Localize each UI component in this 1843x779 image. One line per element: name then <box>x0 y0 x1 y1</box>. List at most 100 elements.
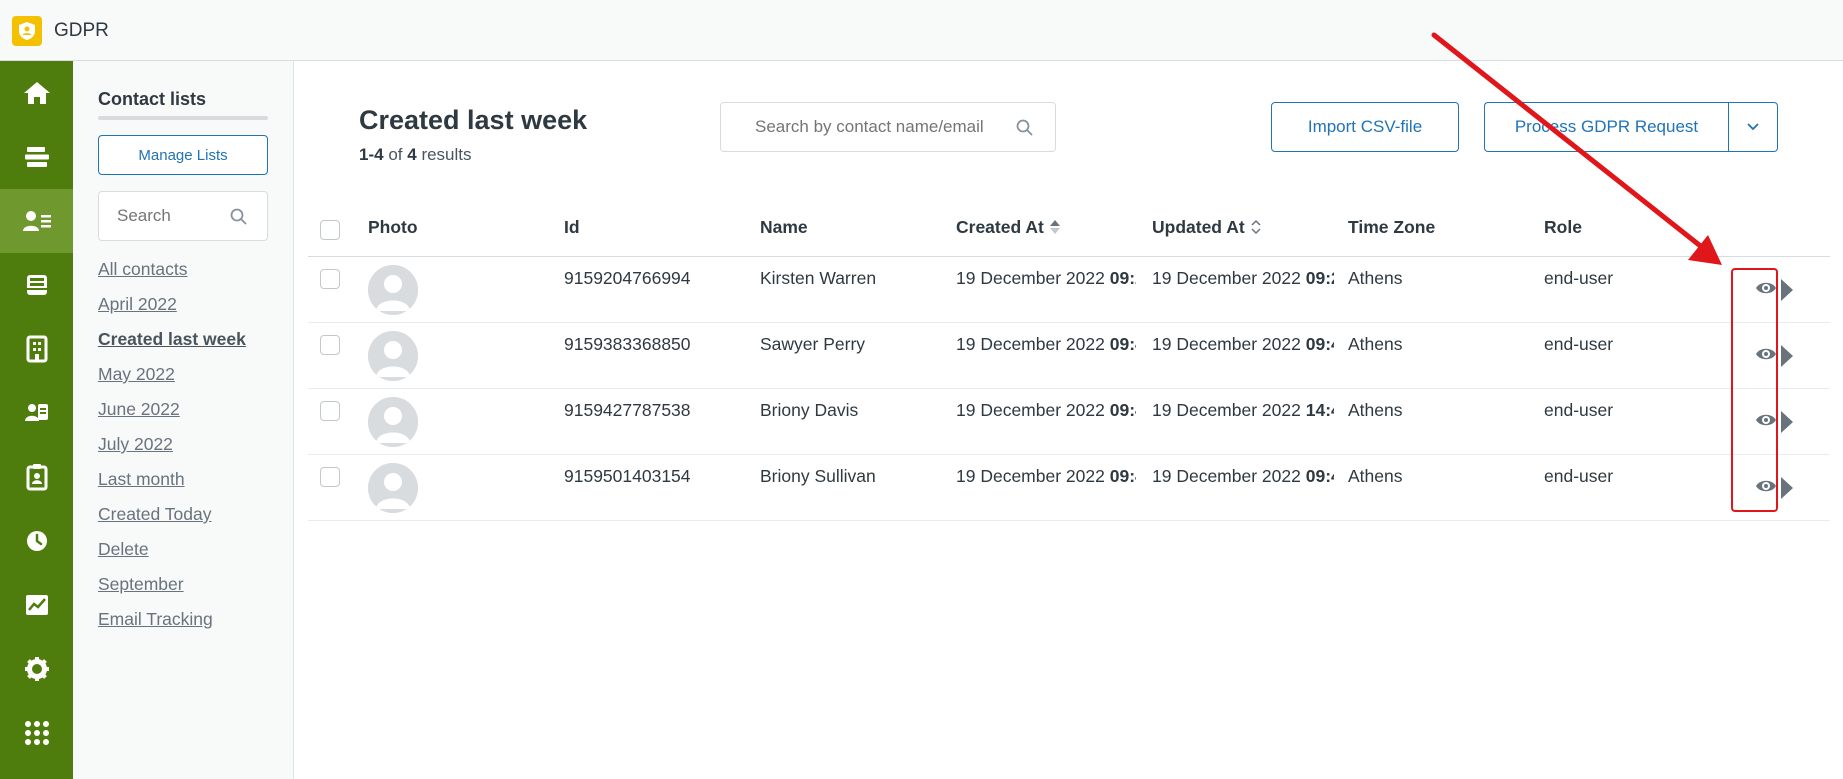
contact-lists-panel: Contact lists Manage Lists All contactsA… <box>73 61 294 779</box>
cell-id: 9159427787538 <box>564 400 691 420</box>
updated-time: 09:4 <box>1305 466 1334 486</box>
nav-views[interactable] <box>0 125 73 189</box>
nav-inbox[interactable] <box>0 253 73 317</box>
contacts-icon <box>22 211 51 231</box>
results-suffix: results <box>421 145 472 164</box>
updated-time: 09:2 <box>1305 268 1334 288</box>
results-of: of <box>388 145 403 164</box>
select-all-checkbox[interactable] <box>320 220 340 240</box>
column-id: Id <box>564 217 580 237</box>
nav-badges[interactable] <box>0 381 73 445</box>
contact-list-link[interactable]: All contacts <box>98 257 246 292</box>
nav-contacts[interactable] <box>0 189 73 253</box>
contact-list-link[interactable]: Created Today <box>98 502 246 537</box>
search-icon <box>1016 119 1033 136</box>
nav-clipboard[interactable] <box>0 445 73 509</box>
column-name: Name <box>760 217 808 237</box>
top-bar: GDPR <box>0 0 1843 61</box>
cell-created-at: 19 December 2022 09:4 <box>956 466 1136 487</box>
column-role: Role <box>1544 217 1582 237</box>
expand-arrow-icon[interactable] <box>1781 477 1793 499</box>
column-created-at-label: Created At <box>956 217 1044 237</box>
contacts-table: Photo Id Name Created At Updated At Time… <box>308 201 1830 521</box>
cell-time-zone: Athens <box>1348 400 1403 420</box>
results-range: 1-4 <box>359 145 384 164</box>
apps-grid-icon <box>24 721 49 745</box>
manage-lists-button[interactable]: Manage Lists <box>98 135 268 175</box>
created-time: 09:4 <box>1109 334 1136 354</box>
app-title: GDPR <box>54 20 109 41</box>
created-date: 19 December 2022 <box>956 334 1105 354</box>
row-checkbox[interactable] <box>320 269 340 289</box>
contact-list-links: All contacts April 2022 Created last week M… <box>98 257 246 642</box>
results-total: 4 <box>407 145 417 164</box>
contact-list-link[interactable]: Delete <box>98 537 246 572</box>
main-content: Created last week 1-4 of 4 results Impor… <box>294 61 1843 779</box>
badge-icon <box>24 404 48 421</box>
views-icon <box>24 147 49 167</box>
nav-reports[interactable] <box>0 573 73 637</box>
gdpr-options-dropdown[interactable] <box>1728 102 1778 152</box>
cell-role: end-user <box>1544 334 1614 354</box>
table-row[interactable]: 9159204766994 Kirsten Warren 19 December 2… <box>308 257 1830 323</box>
list-search-input[interactable] <box>117 206 227 226</box>
updated-date: 19 December 2022 <box>1152 466 1301 486</box>
contact-list-link[interactable]: June 2022 <box>98 397 246 432</box>
contact-list-link[interactable]: Created last week <box>98 327 246 362</box>
cell-updated-at: 19 December 2022 09:4 <box>1152 334 1334 355</box>
cell-name: Sawyer Perry <box>760 334 866 354</box>
cell-time-zone: Athens <box>1348 268 1403 288</box>
cell-id: 9159383368850 <box>564 334 691 354</box>
column-created-at[interactable]: Created At <box>956 201 1061 257</box>
expand-arrow-icon[interactable] <box>1781 411 1793 433</box>
updated-date: 19 December 2022 <box>1152 400 1301 420</box>
expand-arrow-icon[interactable] <box>1781 345 1793 367</box>
row-checkbox[interactable] <box>320 335 340 355</box>
page-title: Created last week <box>359 105 588 135</box>
nav-organizations[interactable] <box>0 317 73 381</box>
cell-role: end-user <box>1544 466 1614 486</box>
contact-list-link[interactable]: April 2022 <box>98 292 246 327</box>
contact-list-link[interactable]: September <box>98 572 246 607</box>
nav-settings[interactable] <box>0 637 73 701</box>
nav-rail <box>0 61 73 779</box>
contact-list-link[interactable]: May 2022 <box>98 362 246 397</box>
table-row[interactable]: 9159383368850 Sawyer Perry 19 December 202… <box>308 323 1830 389</box>
expand-arrow-icon[interactable] <box>1781 279 1793 301</box>
inbox-icon <box>26 275 47 295</box>
cell-name: Briony Sullivan <box>760 466 876 486</box>
gdpr-logo-icon[interactable] <box>12 16 42 46</box>
cell-name: Kirsten Warren <box>760 268 877 288</box>
contact-list-link[interactable]: July 2022 <box>98 432 246 467</box>
process-gdpr-request-button[interactable]: Process GDPR Request <box>1484 102 1728 152</box>
contact-search-box[interactable] <box>720 102 1056 152</box>
avatar <box>368 397 418 447</box>
cell-created-at: 19 December 2022 09:4 <box>956 334 1136 355</box>
cell-created-at: 19 December 2022 09:4 <box>956 400 1136 421</box>
created-time: 09:4 <box>1109 400 1136 420</box>
list-search-box[interactable] <box>98 191 268 241</box>
contact-list-link[interactable]: Last month <box>98 467 246 502</box>
row-checkbox[interactable] <box>320 401 340 421</box>
home-icon <box>23 82 50 104</box>
sort-ascending-icon <box>1049 220 1060 234</box>
cell-time-zone: Athens <box>1348 466 1403 486</box>
nav-home[interactable] <box>0 61 73 125</box>
cell-updated-at: 19 December 2022 09:4 <box>1152 466 1334 487</box>
table-row[interactable]: 9159501403154 Briony Sullivan 19 December … <box>308 455 1830 521</box>
results-count: 1-4 of 4 results <box>359 145 472 165</box>
contact-search-input[interactable] <box>755 117 995 137</box>
avatar <box>368 265 418 315</box>
cell-updated-at: 19 December 2022 09:2 <box>1152 268 1334 289</box>
nav-apps[interactable] <box>0 701 73 765</box>
column-updated-at[interactable]: Updated At <box>1152 201 1262 257</box>
contact-list-link[interactable]: Email Tracking <box>98 607 246 642</box>
nav-history[interactable] <box>0 509 73 573</box>
clock-icon <box>26 531 47 551</box>
table-row[interactable]: 9159427787538 Briony Davis 19 December 202… <box>308 389 1830 455</box>
row-checkbox[interactable] <box>320 467 340 487</box>
clipboard-icon <box>26 464 47 491</box>
import-csv-button[interactable]: Import CSV-file <box>1271 102 1459 152</box>
panel-title-divider <box>98 116 268 120</box>
cell-name: Briony Davis <box>760 400 859 420</box>
